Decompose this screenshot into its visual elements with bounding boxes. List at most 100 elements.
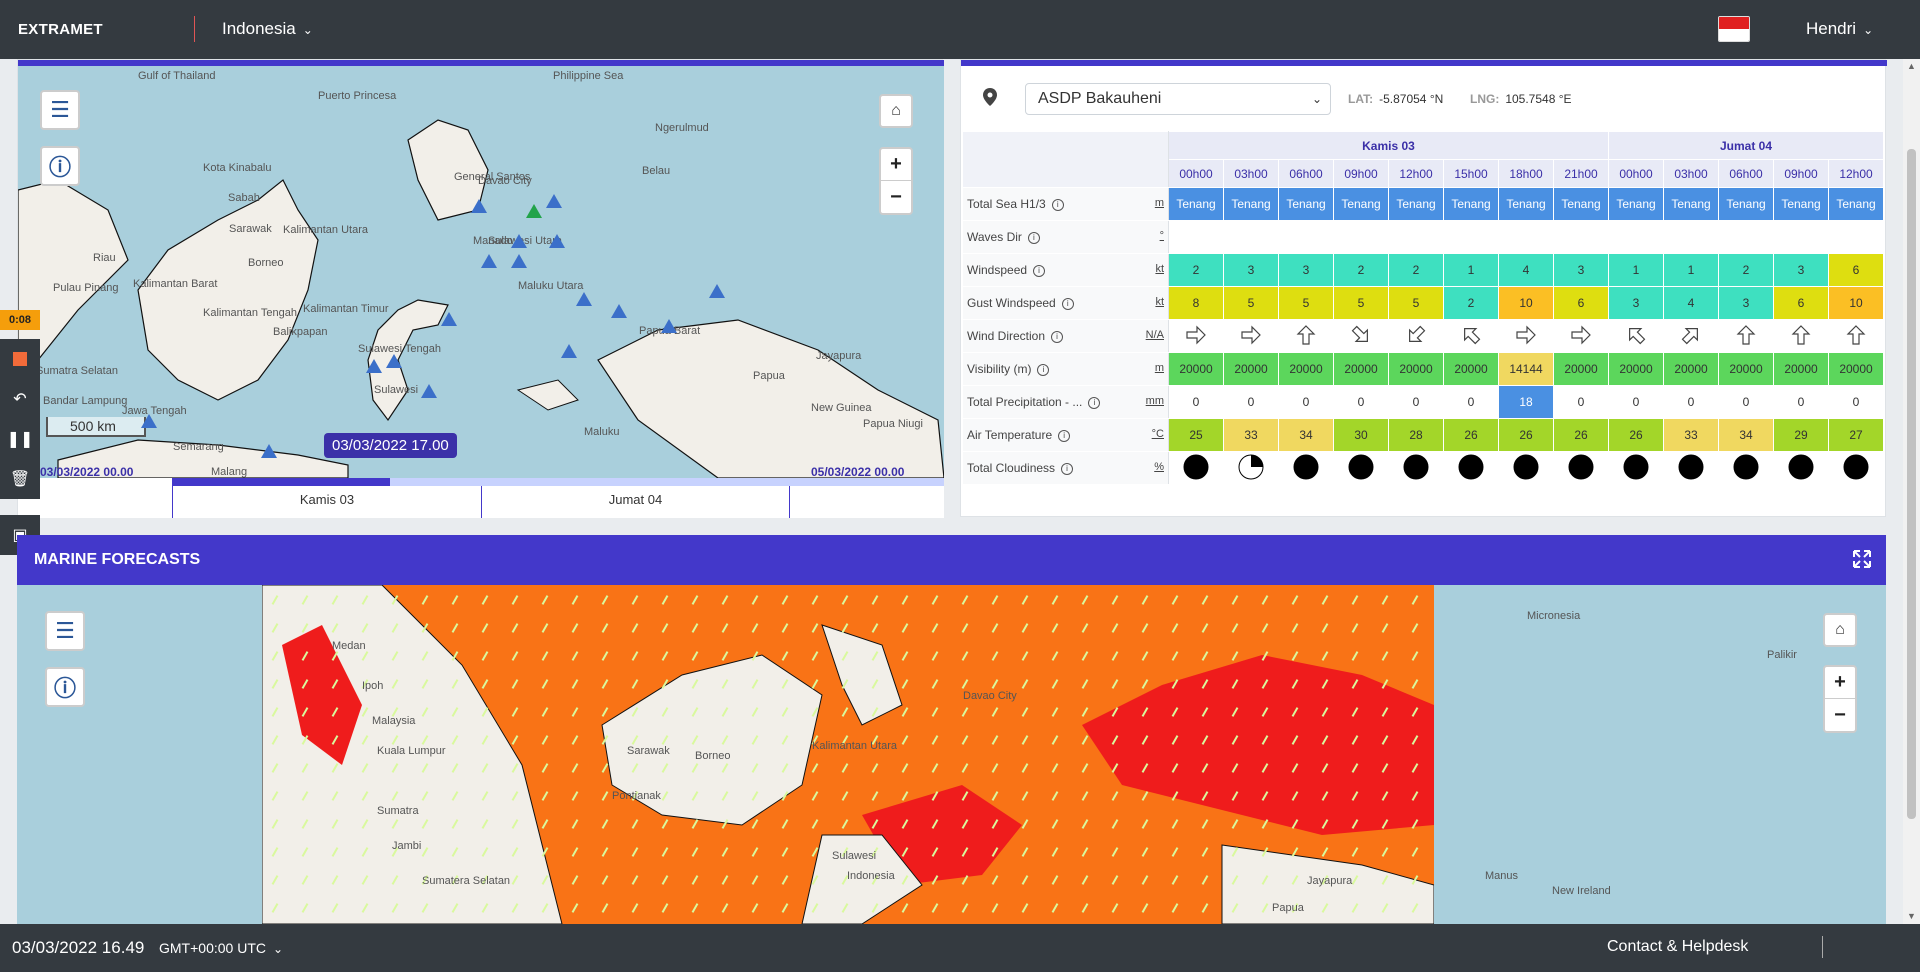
forecast-cell (1499, 320, 1554, 353)
map-place-label: New Guinea (811, 402, 872, 414)
forecast-cell: Tenang (1609, 188, 1664, 221)
row-label: Wind DirectioniN/A (963, 320, 1169, 353)
stop-record-button[interactable] (0, 339, 40, 379)
station-marker[interactable] (261, 444, 277, 458)
map-place-label: Borneo (248, 257, 283, 269)
brand-logo[interactable]: EXTRAMET (18, 21, 103, 38)
station-marker[interactable] (471, 199, 487, 213)
unit-label: kt (1155, 296, 1164, 308)
map-place-label: Sulawesi (374, 384, 418, 396)
station-marker[interactable] (546, 194, 562, 208)
map-place-label: Davao City (963, 690, 1017, 702)
station-marker[interactable] (366, 359, 382, 373)
station-marker[interactable] (561, 344, 577, 358)
station-marker[interactable] (511, 254, 527, 268)
table-row: Total Sea H1/3imTenangTenangTenangTenang… (963, 188, 1884, 221)
marine-info-button[interactable]: ⓘ (45, 667, 85, 707)
forecast-cell: 3 (1224, 254, 1279, 287)
map-place-label: Malaysia (372, 715, 415, 727)
scroll-up-icon[interactable]: ▲ (1907, 61, 1916, 71)
scroll-down-icon[interactable]: ▼ (1907, 911, 1916, 921)
zoom-out-button[interactable]: − (881, 181, 911, 213)
station-marker[interactable] (709, 284, 725, 298)
table-row: Air Temperaturei°C2533343028262626263334… (963, 419, 1884, 452)
station-marker[interactable] (576, 292, 592, 306)
forecast-cell (1554, 221, 1609, 254)
forecast-cell: Tenang (1444, 188, 1499, 221)
scroll-thumb[interactable] (1907, 149, 1916, 819)
table-row: Visibility (m)im200002000020000200002000… (963, 353, 1884, 386)
info-icon[interactable]: i (1037, 364, 1049, 376)
expand-icon[interactable] (1853, 550, 1871, 568)
pause-button[interactable]: ❚❚ (0, 419, 40, 459)
forecast-cell (1719, 452, 1774, 485)
user-menu[interactable]: Hendri⌄ (1806, 19, 1873, 39)
marine-home-button[interactable]: ⌂ (1823, 613, 1857, 647)
country-dropdown[interactable]: Indonesia⌄ (222, 19, 313, 39)
forecast-cell: 4 (1499, 254, 1554, 287)
row-label: Total Precipitation - ...imm (963, 386, 1169, 419)
station-marker[interactable] (549, 234, 565, 248)
forecast-cell (1389, 320, 1444, 353)
chevron-down-icon: ⌄ (303, 23, 313, 37)
timeline-day-2[interactable]: Jumat 04 (481, 486, 790, 518)
station-marker[interactable] (141, 414, 157, 428)
forecast-cell: 6 (1554, 287, 1609, 320)
marine-layers-button[interactable]: ☰ (45, 611, 85, 651)
page-scrollbar[interactable]: ▲ ▼ (1903, 59, 1920, 924)
zoom-in-button[interactable]: + (1825, 667, 1855, 699)
timezone-value: GMT+00:00 UTC (159, 940, 266, 956)
forecast-cell: 20000 (1554, 353, 1609, 386)
map-place-label: Riau (93, 252, 116, 264)
forecast-cell: 0 (1279, 386, 1334, 419)
marine-map[interactable]: MalaysiaIpohKuala LumpurSumatraJambiSuma… (17, 585, 1886, 924)
info-icon[interactable]: i (1058, 430, 1070, 442)
info-icon[interactable]: i (1028, 232, 1040, 244)
map-place-label: Palikir (1767, 649, 1797, 661)
zoom-in-button[interactable]: + (881, 149, 911, 181)
station-marker[interactable] (421, 384, 437, 398)
forecast-cell: 29 (1774, 419, 1829, 452)
map-place-label: Pontianak (612, 790, 661, 802)
timeline-slider[interactable]: Kamis 03 Jumat 04 (18, 478, 944, 518)
indonesia-flag-icon[interactable] (1718, 16, 1750, 42)
location-value: ASDP Bakauheni (1038, 90, 1161, 107)
section-title: MARINE FORECASTS (34, 551, 200, 569)
info-icon: ⓘ (54, 671, 76, 703)
undo-button[interactable]: ↶ (0, 379, 40, 419)
forecast-cell (1224, 320, 1279, 353)
info-icon[interactable]: i (1051, 331, 1063, 343)
station-marker[interactable] (481, 254, 497, 268)
station-marker[interactable] (511, 234, 527, 248)
zoom-out-button[interactable]: − (1825, 699, 1855, 731)
row-label: Air Temperaturei°C (963, 419, 1169, 452)
timezone-dropdown[interactable]: GMT+00:00 UTC⌄ (159, 940, 283, 956)
info-icon[interactable]: i (1033, 265, 1045, 277)
panel-accent-bar (18, 60, 944, 66)
info-icon[interactable]: i (1088, 397, 1100, 409)
station-marker[interactable] (661, 319, 677, 333)
map-home-button[interactable]: ⌂ (879, 94, 913, 128)
station-map[interactable]: ☰ ⓘ ⌂ + − 500 km Gulf of ThailandPhilipp… (18, 60, 944, 478)
layers-button[interactable]: ☰ (40, 90, 80, 130)
station-marker[interactable] (611, 304, 627, 318)
info-button[interactable]: ⓘ (40, 146, 80, 186)
forecast-cell: 3 (1719, 287, 1774, 320)
row-label-text: Total Precipitation - ... (967, 395, 1082, 409)
forecast-cell (1554, 452, 1609, 485)
info-icon[interactable]: i (1062, 298, 1074, 310)
station-marker[interactable] (386, 354, 402, 368)
wind-arrow-icon (1295, 324, 1317, 346)
forecast-cell: 1 (1444, 254, 1499, 287)
forecast-cell: 0 (1224, 386, 1279, 419)
location-select[interactable]: ASDP Bakauheni⌄ (1025, 83, 1331, 115)
row-label-text: Gust Windspeed (967, 296, 1056, 310)
timeline-day-1[interactable]: Kamis 03 (172, 486, 481, 518)
contact-helpdesk-link[interactable]: Contact & Helpdesk (1607, 938, 1748, 956)
station-marker[interactable] (526, 204, 542, 218)
station-marker[interactable] (441, 312, 457, 326)
info-icon[interactable]: i (1052, 199, 1064, 211)
info-icon[interactable]: i (1061, 463, 1073, 475)
forecast-cell: 20000 (1664, 353, 1719, 386)
delete-button[interactable]: 🗑 (0, 459, 40, 499)
